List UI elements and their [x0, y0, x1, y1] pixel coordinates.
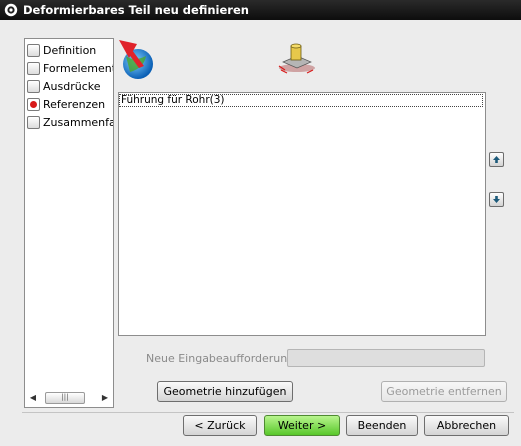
scroll-left-icon[interactable]: ◀: [27, 393, 39, 402]
deformable-part-icon: [278, 43, 315, 74]
step-list: Definition Formelement Ausdrücke Referen…: [24, 38, 114, 408]
cancel-button[interactable]: Abbrechen: [424, 415, 509, 436]
title-bar: Deformierbares Teil neu definieren: [0, 0, 521, 20]
scroll-right-icon[interactable]: ▶: [99, 393, 111, 402]
step-label: Definition: [43, 43, 97, 57]
step-referenzen[interactable]: Referenzen: [27, 95, 105, 113]
back-button[interactable]: < Zurück: [183, 415, 257, 436]
step-formelement[interactable]: Formelement: [27, 59, 114, 77]
step-zusammenfassung[interactable]: Zusammenfas: [27, 113, 114, 131]
step-label: Ausdrücke: [43, 79, 101, 93]
step-radio-active[interactable]: [27, 97, 40, 111]
step-checkbox[interactable]: [27, 79, 40, 93]
scroll-thumb[interactable]: |||: [45, 391, 85, 404]
arrow-up-icon: [493, 156, 500, 163]
remove-geometry-button[interactable]: Geometrie entfernen: [381, 381, 507, 402]
move-up-button[interactable]: [489, 152, 504, 167]
step-label: Referenzen: [43, 97, 106, 111]
finish-button[interactable]: Beenden: [346, 415, 418, 436]
step-checkbox[interactable]: [27, 43, 40, 57]
window-title: Deformierbares Teil neu definieren: [23, 3, 249, 17]
divider: [22, 412, 514, 413]
add-geometry-button[interactable]: Geometrie hinzufügen: [157, 381, 293, 402]
arrow-down-icon: [493, 196, 500, 203]
list-item[interactable]: Führung für Rohr(3): [119, 94, 483, 107]
globe-arrow-icon: [119, 40, 153, 79]
step-definition[interactable]: Definition: [27, 41, 96, 59]
move-down-button[interactable]: [489, 192, 504, 207]
horizontal-scrollbar[interactable]: ◀ ||| ▶: [27, 391, 111, 404]
step-checkbox[interactable]: [27, 61, 40, 75]
gear-icon[interactable]: [4, 3, 18, 17]
prompt-label: Neue Eingabeaufforderung: [146, 352, 295, 365]
step-label: Formelement: [43, 61, 114, 75]
prompt-input[interactable]: [287, 349, 485, 367]
step-label: Zusammenfas: [43, 115, 114, 129]
references-list[interactable]: Führung für Rohr(3): [118, 92, 486, 336]
next-button[interactable]: Weiter >: [264, 415, 340, 436]
step-checkbox[interactable]: [27, 115, 40, 129]
step-ausdruecke[interactable]: Ausdrücke: [27, 77, 101, 95]
